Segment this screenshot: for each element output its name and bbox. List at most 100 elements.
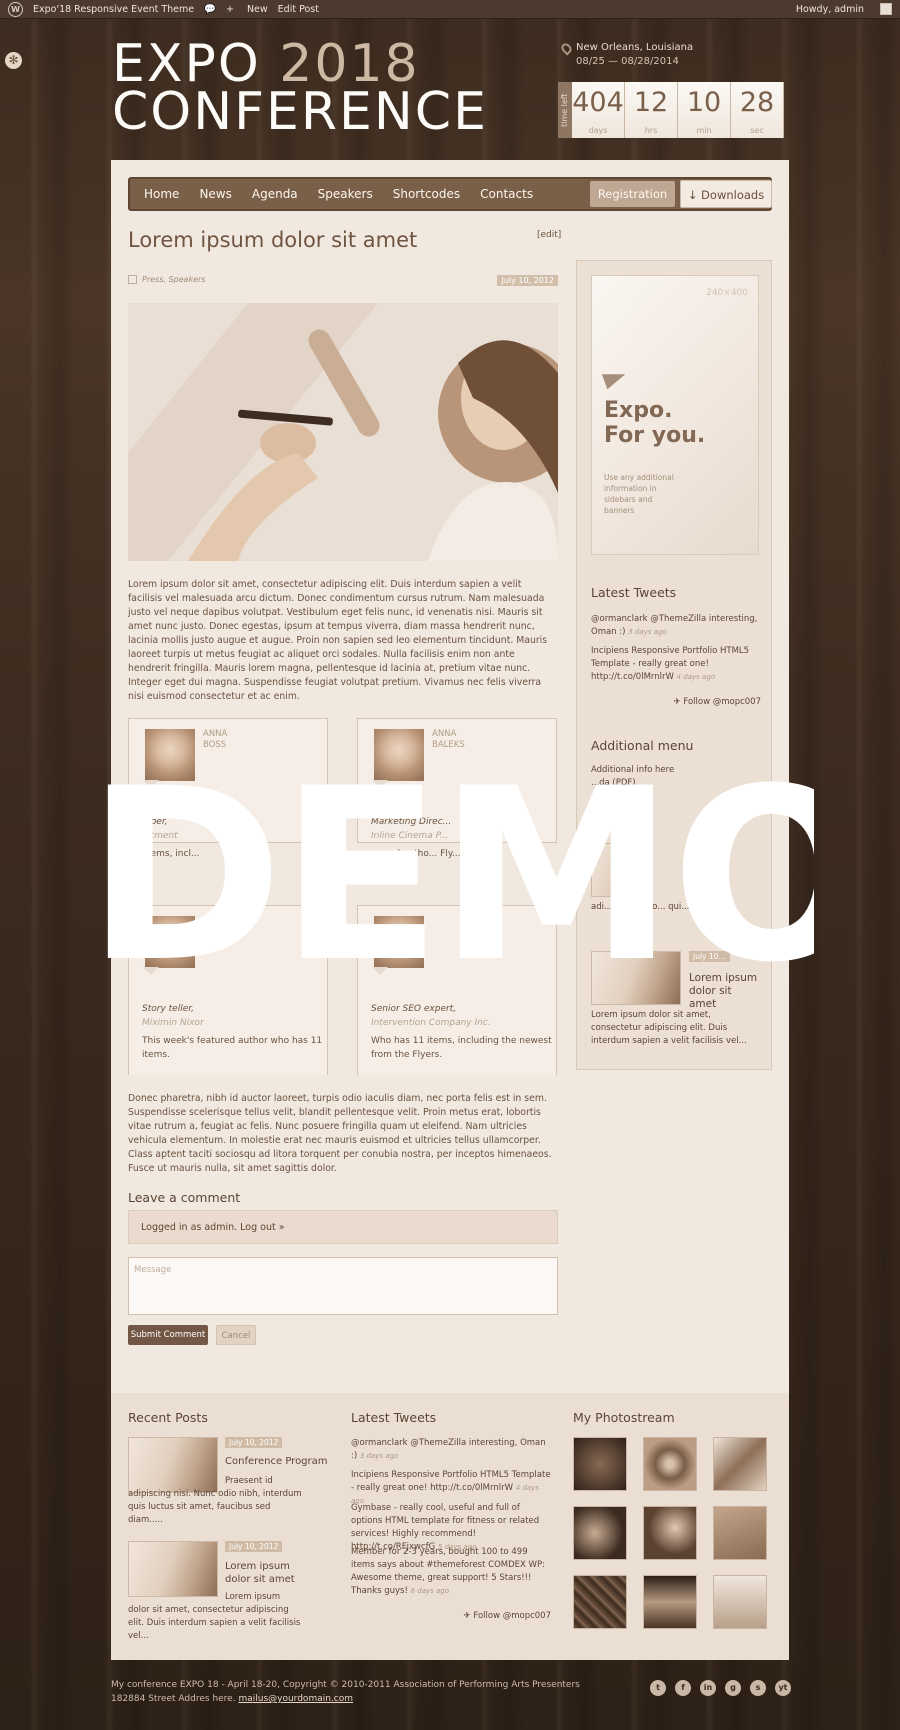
photo-tile[interactable] <box>573 1506 627 1560</box>
admin-edit-link[interactable]: Edit Post <box>278 4 319 15</box>
photo-tile[interactable] <box>573 1575 627 1629</box>
site-logo[interactable]: EXPO 2018 CONFERENCE <box>112 38 488 142</box>
speaker-company: Miximin Nixor <box>142 1018 204 1028</box>
tweet-item: @ormanclark @ThemeZilla interesting, Oma… <box>351 1437 551 1463</box>
banner-headline: Expo. For you. <box>604 398 705 448</box>
photo-tile[interactable] <box>643 1575 697 1629</box>
sidebar-banner[interactable]: 240×400 Expo. For you. Use any additional… <box>591 275 759 555</box>
nav-speakers[interactable]: Speakers <box>318 187 373 201</box>
tweet-time: 3 days ago <box>628 628 667 636</box>
follow-label: Follow @mopc007 <box>683 697 761 707</box>
banner-line-1: Expo. <box>604 398 673 423</box>
banner-line-2: For you. <box>604 423 706 448</box>
follow-link[interactable]: ✈ Follow @mopc007 <box>591 696 761 709</box>
linkedin-icon[interactable]: in <box>700 1680 716 1696</box>
google-icon[interactable]: g <box>725 1680 741 1696</box>
tweet-time: 3 days ago <box>359 1452 399 1460</box>
message-textarea[interactable]: Message <box>128 1257 558 1315</box>
admin-new-label: New <box>246 3 268 15</box>
photo-tile[interactable] <box>713 1437 767 1491</box>
downloads-button[interactable]: ↓ Downloads <box>680 180 772 208</box>
admin-new-link[interactable]: + New <box>226 4 268 15</box>
photo-tile[interactable] <box>713 1506 767 1560</box>
nav-shortcodes[interactable]: Shortcodes <box>393 187 460 201</box>
logo-conference: CONFERENCE <box>112 82 488 142</box>
countdown: time left 404 days 12 hrs 10 min 28 sec <box>558 82 790 138</box>
twitter-icon[interactable]: t <box>650 1680 666 1696</box>
demo-watermark: DEMO <box>86 772 814 982</box>
wordpress-icon[interactable]: W <box>8 1 23 17</box>
submit-comment-button[interactable]: Submit Comment <box>128 1325 208 1345</box>
follow-label: Follow @mopc007 <box>473 1611 551 1621</box>
howdy-link[interactable]: Howdy, admin <box>796 4 864 15</box>
countdown-unit: min <box>696 126 712 135</box>
speaker-role: Senior SEO expert, <box>371 1004 457 1014</box>
post-title: Lorem ipsum dolor sit amet <box>128 228 418 252</box>
countdown-unit: days <box>588 126 608 135</box>
page-footer: My conference EXPO 18 - April 18-20, Cop… <box>111 1678 580 1706</box>
speaker-name: ANNA BALEKS <box>432 729 465 751</box>
youtube-icon[interactable]: yt <box>775 1680 791 1696</box>
gear-icon[interactable]: ✻ <box>5 52 22 69</box>
tweet-item: @ormanclark @ThemeZilla interesting, Oma… <box>591 613 761 639</box>
countdown-days: 404 days <box>572 82 625 138</box>
tweet-text[interactable]: Incipiens Responsive Portfolio HTML5 Tem… <box>591 646 749 682</box>
speaker-first: ANNA <box>203 729 228 739</box>
nav-home[interactable]: Home <box>144 187 179 201</box>
speaker-name: ANNA BOSS <box>203 729 227 751</box>
speaker-first: ANNA <box>432 729 457 739</box>
tweet-text[interactable]: @ormanclark @ThemeZilla interesting, Oma… <box>591 614 757 637</box>
copyright: My conference EXPO 18 - April 18-20, Cop… <box>111 1680 580 1690</box>
twitter-bird-icon: ✈ <box>673 697 681 707</box>
footer-tweets-title: Latest Tweets <box>351 1410 437 1425</box>
footer-post-text: Lorem ipsum dolor sit amet, consectetur … <box>128 1592 301 1641</box>
countdown-value: 10 <box>686 87 722 118</box>
footer-post-title[interactable]: Conference Program <box>225 1455 328 1468</box>
speaker-last: BALEKS <box>432 740 465 750</box>
edit-link[interactable]: [edit] <box>537 230 561 240</box>
photo-tile[interactable] <box>573 1437 627 1491</box>
nav-agenda[interactable]: Agenda <box>252 187 298 201</box>
email-link[interactable]: mailus@yourdomain.com <box>238 1694 353 1704</box>
photo-tile[interactable] <box>643 1437 697 1491</box>
speaker-desc: Who has 11 items, including the newest f… <box>371 1036 552 1060</box>
location-city: New Orleans, Louisiana <box>576 42 694 53</box>
facebook-icon[interactable]: f <box>675 1680 691 1696</box>
post-body-2: Donec pharetra, nibh id auctor laoreet, … <box>128 1093 552 1174</box>
banner-size: 240×400 <box>706 288 748 298</box>
comment-heading: Leave a comment <box>128 1190 241 1205</box>
photostream-title: My Photostream <box>573 1410 675 1425</box>
comments-icon[interactable]: 💬 <box>204 4 216 15</box>
post-thumbnail[interactable] <box>128 1541 218 1597</box>
logged-in-notice[interactable]: Logged in as admin. Log out » <box>128 1210 558 1244</box>
footer-follow-link[interactable]: ✈ Follow @mopc007 <box>411 1610 551 1623</box>
tweet-item: Member for 2-3 years, bought 100 to 499 … <box>351 1546 551 1598</box>
post-date: July 10, 2012 <box>497 275 558 286</box>
avatar[interactable] <box>880 3 892 15</box>
nav-news[interactable]: News <box>199 187 231 201</box>
registration-button[interactable]: Registration <box>590 181 675 207</box>
cancel-button[interactable]: Cancel <box>216 1325 256 1345</box>
main-nav: Home News Agenda Speakers Shortcodes Con… <box>128 177 772 211</box>
admin-site-link[interactable]: Expo'18 Responsive Event Theme <box>33 4 194 15</box>
countdown-value: 12 <box>633 87 669 118</box>
countdown-unit: hrs <box>644 126 658 135</box>
footer-post-date: July 10, 2012 <box>225 1437 283 1448</box>
footer-post-title[interactable]: Lorem ipsum dolor sit amet <box>225 1560 305 1586</box>
banner-text: Use any additional information in sideba… <box>604 473 674 515</box>
speaker-role: Story teller, <box>142 1004 194 1014</box>
countdown-label: time left <box>558 82 572 138</box>
skype-icon[interactable]: s <box>750 1680 766 1696</box>
footer-post-text: Praesent id adipiscing nisi. Nunc odio n… <box>128 1476 302 1525</box>
tweet-item: Incipiens Responsive Portfolio HTML5 Tem… <box>591 645 761 684</box>
tweet-time: 6 days ago <box>410 1587 450 1595</box>
countdown-minutes: 10 min <box>678 82 731 138</box>
post-meta: Press, Speakers July 10, 2012 <box>128 275 558 289</box>
photo-tile[interactable] <box>713 1575 767 1629</box>
sidebar-tweets-title: Latest Tweets <box>591 585 677 600</box>
photo-tile[interactable] <box>643 1506 697 1560</box>
speaker-company: Intervention Company Inc. <box>371 1018 491 1028</box>
post-categories[interactable]: Press, Speakers <box>142 275 205 284</box>
countdown-hours: 12 hrs <box>625 82 678 138</box>
nav-contacts[interactable]: Contacts <box>480 187 533 201</box>
